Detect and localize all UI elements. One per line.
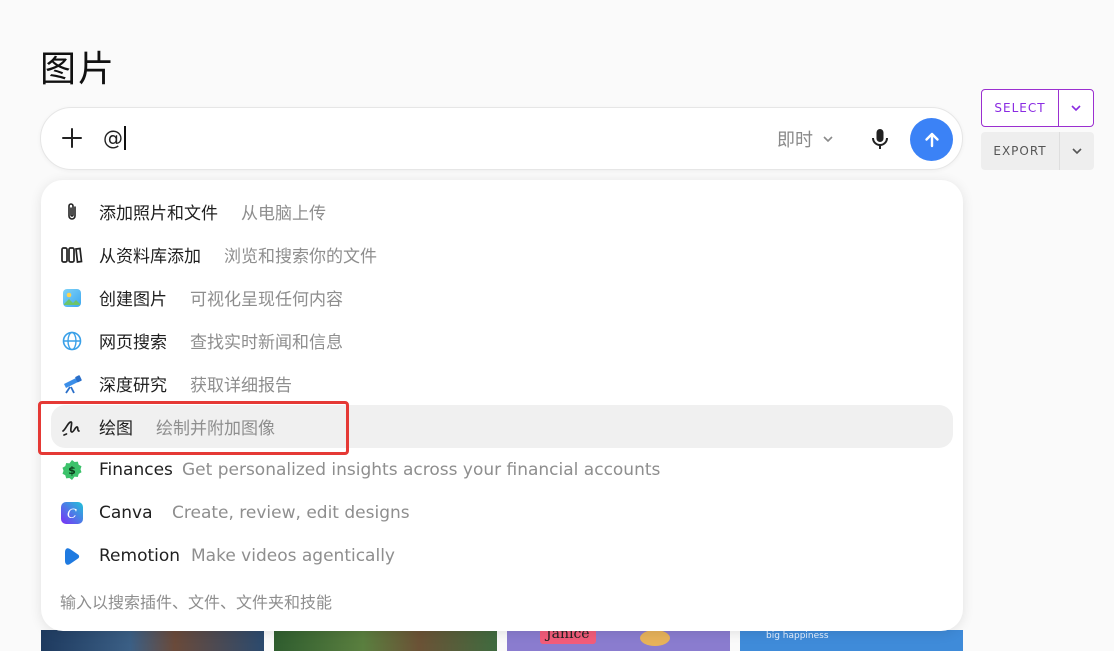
menu-item-label: Remotion <box>99 545 181 566</box>
text-caret <box>124 126 126 150</box>
menu-item-label: 从资料库添加 <box>99 247 201 267</box>
chevron-down-icon <box>1071 105 1081 112</box>
menu-item-label: Finances <box>99 459 173 480</box>
finances-icon: $ <box>60 458 84 482</box>
prompt-input-value: @ <box>103 126 123 150</box>
select-button[interactable]: SELECT <box>982 90 1059 126</box>
chevron-down-icon <box>823 136 833 143</box>
globe-icon <box>60 329 84 353</box>
export-button[interactable]: EXPORT <box>981 132 1060 170</box>
microphone-icon <box>872 129 888 149</box>
menu-item-library[interactable]: 从资料库添加 浏览和搜索你的文件 <box>51 233 953 276</box>
menu-item-description: Make videos agentically <box>191 545 395 566</box>
export-dropdown-toggle[interactable] <box>1060 132 1094 170</box>
image-tile[interactable]: Janice <box>507 630 730 651</box>
voice-input-button[interactable] <box>865 124 895 154</box>
menu-item-description: 获取详细报告 <box>190 376 292 396</box>
chevron-down-icon <box>1072 148 1082 155</box>
menu-item-canva[interactable]: C Canva Create, review, edit designs <box>51 491 953 534</box>
arrow-up-icon <box>924 132 939 147</box>
palette-graphic <box>640 630 670 646</box>
menu-item-description: Create, review, edit designs <box>172 502 410 523</box>
svg-text:$: $ <box>68 464 76 477</box>
tile-label: Janice <box>540 630 596 644</box>
export-split-button: EXPORT <box>981 132 1094 170</box>
menu-item-description: 可视化呈现任何内容 <box>190 290 343 310</box>
draw-icon <box>60 415 84 439</box>
send-button[interactable] <box>910 118 953 161</box>
search-hint: 输入以搜索插件、文件、文件夹和技能 <box>60 593 333 612</box>
canva-icon: C <box>60 501 84 525</box>
plus-icon <box>62 128 82 148</box>
menu-item-label: 绘图 <box>99 419 133 439</box>
remotion-icon <box>60 544 84 568</box>
mention-menu: 添加照片和文件 从电脑上传 从资料库添加 浏览和搜索你的文件 创建图片 可视化呈… <box>41 180 963 631</box>
image-tile[interactable] <box>274 630 497 651</box>
menu-item-create-image[interactable]: 创建图片 可视化呈现任何内容 <box>51 276 953 319</box>
menu-item-description: 从电脑上传 <box>241 204 326 224</box>
menu-item-label: 深度研究 <box>99 376 167 396</box>
page-title: 图片 <box>40 49 117 90</box>
menu-item-web-search[interactable]: 网页搜索 查找实时新闻和信息 <box>51 319 953 362</box>
menu-item-draw[interactable]: 绘图 绘制并附加图像 <box>51 405 953 448</box>
menu-item-finances[interactable]: $ Finances Get personalized insights acr… <box>51 448 953 491</box>
menu-item-label: 添加照片和文件 <box>99 204 218 224</box>
menu-item-deep-research[interactable]: 深度研究 获取详细报告 <box>51 362 953 405</box>
menu-item-label: 网页搜索 <box>99 333 167 353</box>
prompt-input[interactable]: @ <box>103 124 503 152</box>
composer: @ 即时 <box>40 107 963 170</box>
menu-item-description: 绘制并附加图像 <box>156 419 275 439</box>
menu-item-label: 创建图片 <box>99 290 167 310</box>
select-split-button: SELECT <box>981 89 1094 127</box>
image-tile[interactable]: big happiness <box>740 630 963 651</box>
paperclip-icon <box>60 200 84 224</box>
image-tile[interactable] <box>41 630 264 651</box>
mode-label: 即时 <box>777 130 813 151</box>
menu-item-label: Canva <box>99 502 153 523</box>
menu-item-add-files[interactable]: 添加照片和文件 从电脑上传 <box>51 190 953 233</box>
menu-item-description: 浏览和搜索你的文件 <box>224 247 377 267</box>
tile-caption: big happiness <box>766 631 829 641</box>
menu-item-description: Get personalized insights across your fi… <box>182 459 661 480</box>
library-icon <box>60 243 84 267</box>
add-attachment-button[interactable] <box>57 123 87 153</box>
menu-item-description: 查找实时新闻和信息 <box>190 333 343 353</box>
menu-item-remotion[interactable]: Remotion Make videos agentically <box>51 534 953 577</box>
select-dropdown-toggle[interactable] <box>1059 90 1093 126</box>
telescope-icon <box>60 372 84 396</box>
mode-selector[interactable]: 即时 <box>777 126 835 152</box>
image-create-icon <box>60 286 84 310</box>
svg-text:C: C <box>67 507 77 522</box>
